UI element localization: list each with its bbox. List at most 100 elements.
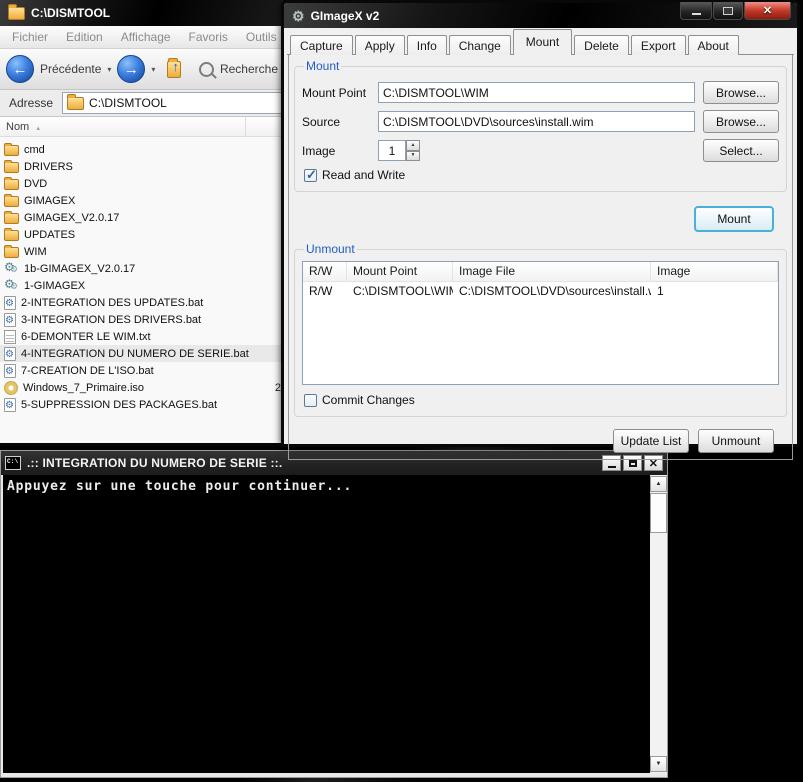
mount-point-label: Mount Point xyxy=(302,86,378,100)
file-row[interactable]: 3-INTEGRATION DES DRIVERS.bat xyxy=(0,311,284,328)
file-name: 4-INTEGRATION DU NUMERO DE SERIE.bat xyxy=(21,348,249,360)
file-row[interactable]: 5-SUPPRESSION DES PACKAGES.bat xyxy=(0,396,284,413)
file-row[interactable]: 2-INTEGRATION DES UPDATES.bat xyxy=(0,294,284,311)
file-row[interactable]: cmd xyxy=(0,141,284,158)
column-header-name[interactable]: Nom xyxy=(0,117,246,136)
col-image[interactable]: Image xyxy=(651,262,778,281)
gimagex-window: ⚙ GImageX v2 Capture Apply Info Change M… xyxy=(281,0,800,447)
image-select-button[interactable]: Select... xyxy=(703,139,779,162)
gimagex-titlebar[interactable]: ⚙ GImageX v2 xyxy=(284,3,797,28)
file-row[interactable]: DRIVERS xyxy=(0,158,284,175)
explorer-titlebar[interactable]: C:\DISMTOOL xyxy=(0,0,284,26)
mount-point-input[interactable]: C:\DISMTOOL\WIM xyxy=(378,82,695,103)
tab-about[interactable]: About xyxy=(688,35,739,55)
tab-capture[interactable]: Capture xyxy=(290,35,353,55)
back-button[interactable] xyxy=(6,55,34,83)
up-folder-button[interactable] xyxy=(167,61,181,78)
scroll-down-icon[interactable] xyxy=(650,756,667,772)
file-row[interactable]: 6-DEMONTER LE WIM.txt xyxy=(0,328,284,345)
back-label[interactable]: Précédente xyxy=(40,62,101,76)
file-row[interactable]: 1b-GIMAGEX_V2.0.17 xyxy=(0,260,284,277)
source-browse-button[interactable]: Browse... xyxy=(703,110,779,133)
console-text: Appuyez sur une touche pour continuer... xyxy=(3,475,667,498)
file-name: 6-DEMONTER LE WIM.txt xyxy=(21,331,151,343)
file-row[interactable]: 7-CREATION DE L'ISO.bat xyxy=(0,362,284,379)
tab-change[interactable]: Change xyxy=(449,35,511,55)
search-icon[interactable] xyxy=(199,62,214,77)
file-row[interactable]: 1-GIMAGEX xyxy=(0,277,284,294)
forward-button[interactable] xyxy=(117,55,145,83)
file-row[interactable]: DVD xyxy=(0,175,284,192)
file-row[interactable]: UPDATES xyxy=(0,226,284,243)
menu-fichier[interactable]: Fichier xyxy=(4,28,56,46)
menu-affichage[interactable]: Affichage xyxy=(113,28,179,46)
maximize-button[interactable] xyxy=(713,2,743,20)
menu-favoris[interactable]: Favoris xyxy=(181,28,236,46)
cell-mount-point: C:\DISMTOOL\WIM xyxy=(347,282,453,300)
console-scrollbar[interactable] xyxy=(650,475,667,773)
mount-button[interactable]: Mount xyxy=(694,206,774,232)
menu-edition[interactable]: Edition xyxy=(58,28,111,46)
explorer-title: C:\DISMTOOL xyxy=(31,6,110,20)
image-value[interactable]: 1 xyxy=(378,140,406,161)
commit-changes-label: Commit Changes xyxy=(322,393,415,407)
console-window: .:: INTEGRATION DU NUMERO DE SERIE ::. A… xyxy=(0,450,668,778)
app-icon xyxy=(4,262,19,276)
tab-export[interactable]: Export xyxy=(631,35,686,55)
folder-icon xyxy=(8,7,25,20)
tab-mount[interactable]: Mount xyxy=(513,29,572,55)
mounted-image-row[interactable]: R/W C:\DISMTOOL\WIM C:\DISMTOOL\DVD\sour… xyxy=(303,282,778,300)
close-button[interactable] xyxy=(744,2,791,20)
app-icon xyxy=(4,279,19,293)
search-label[interactable]: Recherche xyxy=(220,62,278,76)
back-dropdown-icon[interactable] xyxy=(107,65,111,74)
scroll-up-icon[interactable] xyxy=(650,476,667,492)
scroll-thumb[interactable] xyxy=(650,493,667,533)
bat-icon xyxy=(4,347,16,361)
menu-outils[interactable]: Outils xyxy=(238,28,284,46)
address-bar: Adresse C:\DISMTOOL xyxy=(0,90,284,117)
tab-apply[interactable]: Apply xyxy=(355,35,405,55)
forward-dropdown-icon[interactable] xyxy=(151,65,155,74)
col-rw[interactable]: R/W xyxy=(303,262,347,281)
file-name: Windows_7_Primaire.iso xyxy=(23,382,144,394)
folder-icon xyxy=(4,196,19,207)
gimagex-app-icon: ⚙ xyxy=(292,9,305,23)
address-folder-icon xyxy=(67,97,84,110)
explorer-menubar: Fichier Edition Affichage Favoris Outils… xyxy=(0,26,284,49)
file-row[interactable]: GIMAGEX_V2.0.17 xyxy=(0,209,284,226)
tab-delete[interactable]: Delete xyxy=(574,35,629,55)
file-row[interactable]: Windows_7_Primaire.iso 2 xyxy=(0,379,284,396)
column-headers: Nom xyxy=(0,117,284,137)
unmount-button[interactable]: Unmount xyxy=(698,429,774,453)
mount-tab-page: Mount Mount Point C:\DISMTOOL\WIM Browse… xyxy=(288,55,793,460)
mounted-images-list[interactable]: R/W Mount Point Image File Image R/W C:\… xyxy=(302,261,779,385)
column-name-label: Nom xyxy=(6,121,29,133)
spin-down-icon[interactable] xyxy=(406,151,420,162)
file-name: 7-CREATION DE L'ISO.bat xyxy=(21,365,154,377)
file-name: cmd xyxy=(24,144,45,156)
col-image-file[interactable]: Image File xyxy=(453,262,651,281)
cmd-icon xyxy=(5,456,21,470)
commit-changes-checkbox[interactable] xyxy=(304,394,317,407)
file-row[interactable]: GIMAGEX xyxy=(0,192,284,209)
address-input[interactable]: C:\DISMTOOL xyxy=(62,92,284,114)
read-write-checkbox[interactable] xyxy=(304,169,317,182)
file-name: DVD xyxy=(24,178,47,190)
mount-point-browse-button[interactable]: Browse... xyxy=(703,81,779,104)
update-list-button[interactable]: Update List xyxy=(613,429,689,453)
file-row[interactable]: 4-INTEGRATION DU NUMERO DE SERIE.bat xyxy=(0,345,284,362)
file-row[interactable]: WIM xyxy=(0,243,284,260)
minimize-button[interactable] xyxy=(680,2,712,20)
image-spin-buttons xyxy=(406,140,420,161)
console-output[interactable]: Appuyez sur une touche pour continuer... xyxy=(1,475,667,775)
list-header: R/W Mount Point Image File Image xyxy=(303,262,778,282)
source-input[interactable]: C:\DISMTOOL\DVD\sources\install.wim xyxy=(378,111,695,132)
file-name: 2-INTEGRATION DES UPDATES.bat xyxy=(21,297,203,309)
spin-up-icon[interactable] xyxy=(406,140,420,151)
image-stepper[interactable]: 1 xyxy=(378,140,420,161)
cell-rw: R/W xyxy=(303,282,347,300)
col-mount-point[interactable]: Mount Point xyxy=(347,262,453,281)
mount-point-value: C:\DISMTOOL\WIM xyxy=(383,86,489,100)
tab-info[interactable]: Info xyxy=(407,35,447,55)
